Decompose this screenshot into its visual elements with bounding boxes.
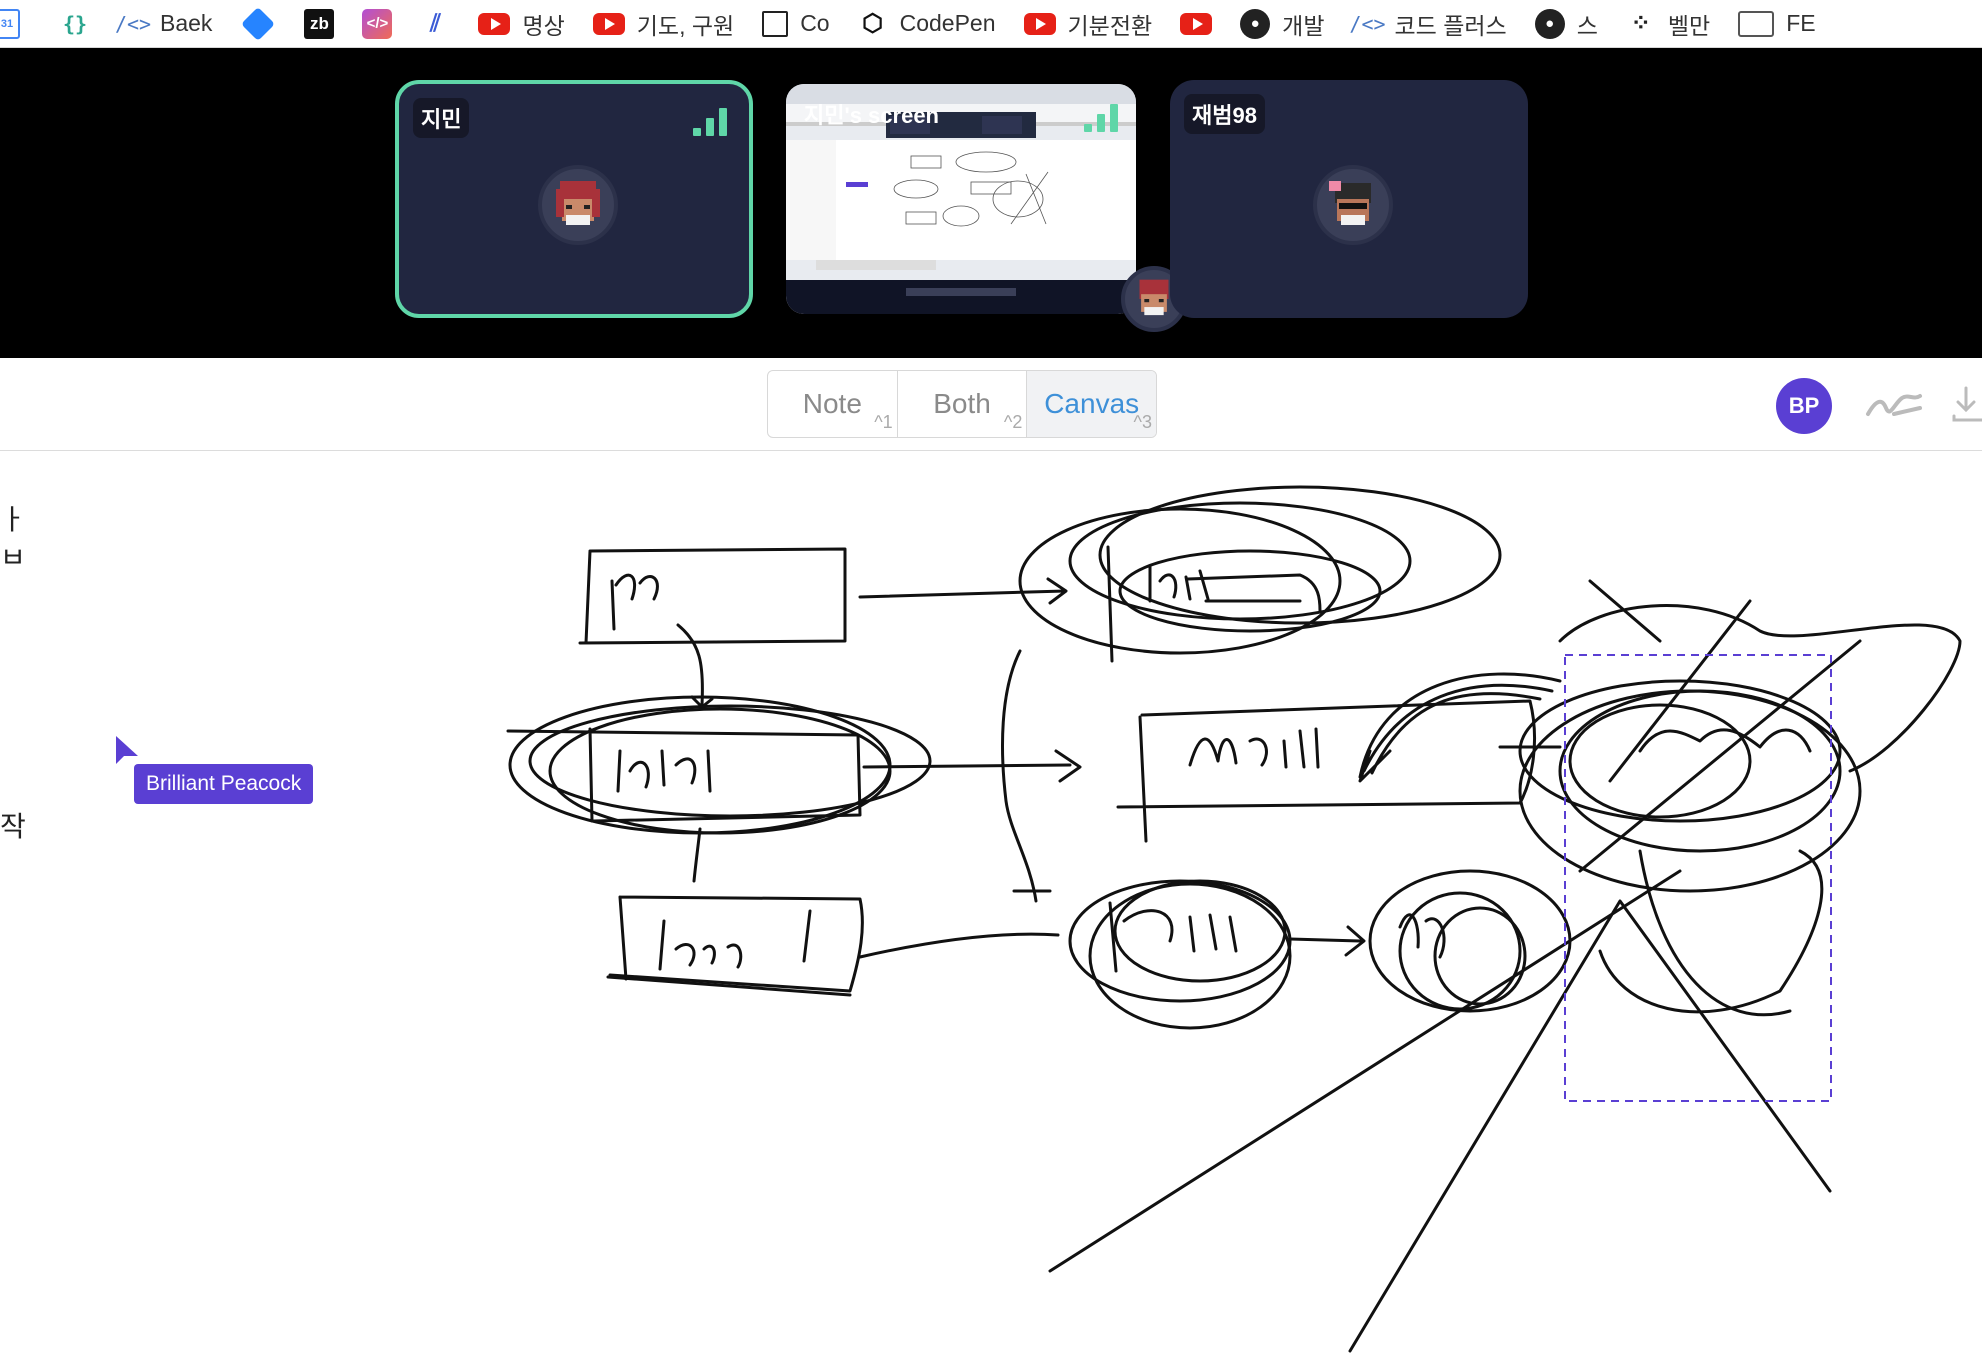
- video-tile-jaebeom[interactable]: 재범98: [1170, 80, 1528, 318]
- bookmarks-bar: 31 {} /<> Baek zb </> ⫽ 명상 기도, 구원 Co ⬡ Cod…: [0, 0, 1982, 48]
- github-icon: ●: [1534, 8, 1565, 39]
- youtube-icon: [592, 12, 625, 35]
- avatar: [538, 165, 618, 245]
- participant-name: 지민's screen: [804, 103, 940, 128]
- bookmark-code-tag[interactable]: </>: [362, 8, 393, 39]
- bookmark-helix[interactable]: ⫽: [420, 9, 450, 39]
- bookmark-meditation[interactable]: 명상: [478, 7, 565, 41]
- bookmark-code-plus[interactable]: /<> 코드 플러스: [1349, 7, 1506, 41]
- folder-icon: [1738, 10, 1775, 37]
- github-icon: ●: [1240, 8, 1271, 39]
- code-tag-icon: </>: [362, 8, 393, 39]
- signal-icon: [693, 108, 727, 136]
- video-strip: 지민 지민's screen 재범98: [0, 48, 1982, 358]
- bookmark-prayer[interactable]: 기도, 구원: [592, 7, 734, 41]
- zb-icon: zb: [304, 8, 335, 39]
- bookmark-co[interactable]: Co: [762, 10, 830, 37]
- participant-name: 재범98: [1184, 94, 1265, 134]
- participant-name: 지민: [413, 98, 470, 138]
- mode-note-button[interactable]: Note ^1: [768, 371, 898, 437]
- bookmark-bellman[interactable]: ⁘ 벨만: [1626, 7, 1710, 41]
- download-icon[interactable]: [1950, 384, 1982, 424]
- bookmark-jira[interactable]: [240, 6, 276, 41]
- bookmark-dev[interactable]: ● 개발: [1240, 7, 1324, 41]
- mode-both-button[interactable]: Both ^2: [898, 371, 1028, 437]
- calendar-icon: 31: [0, 8, 20, 39]
- signal-icon: [1084, 104, 1118, 132]
- youtube-icon: [1023, 12, 1056, 35]
- jira-diamond-icon: [241, 6, 276, 41]
- bookmark-baek[interactable]: /<> Baek: [114, 9, 213, 39]
- bookmark-zb[interactable]: zb: [304, 8, 335, 39]
- code-icon: /<>: [114, 11, 152, 36]
- freehand-drawing: [506, 485, 1962, 1353]
- bookmark-s[interactable]: ● 스: [1534, 7, 1598, 41]
- youtube-icon: [1180, 12, 1213, 35]
- bookmark-braces[interactable]: {}: [60, 9, 90, 39]
- dots-icon: ⁘: [1630, 10, 1651, 37]
- codepen-icon: ⬡: [862, 10, 884, 37]
- bookmark-fe[interactable]: FE: [1738, 10, 1816, 37]
- view-mode-switcher: Note ^1 Both ^2 Canvas ^3: [767, 370, 1157, 438]
- square-icon: [762, 10, 789, 37]
- video-tile-screen-share[interactable]: 지민's screen: [782, 80, 1140, 318]
- bookmark-mood[interactable]: 기분전환: [1023, 7, 1152, 41]
- bookmark-codepen[interactable]: ⬡ CodePen: [858, 9, 995, 39]
- shortcut-hint: ^1: [874, 412, 893, 432]
- braces-icon: {}: [62, 11, 88, 36]
- youtube-icon: [478, 12, 511, 35]
- mode-canvas-button[interactable]: Canvas ^3: [1027, 371, 1156, 437]
- bookmark-youtube[interactable]: [1180, 12, 1213, 35]
- video-tile-jimin[interactable]: 지민: [395, 80, 753, 318]
- shortcut-hint: ^2: [1003, 412, 1023, 432]
- avatar: [1313, 165, 1393, 245]
- drawing-canvas[interactable]: ㅏ ㅂ 작 Brilliant Peacock: [0, 451, 1982, 1358]
- user-avatar-badge[interactable]: BP: [1776, 378, 1832, 434]
- pen-tool-icon[interactable]: [1864, 384, 1924, 424]
- bookmark-calendar[interactable]: 31: [0, 8, 32, 39]
- helix-icon: ⫽: [430, 9, 441, 37]
- code-icon: /<>: [1349, 11, 1386, 36]
- mode-toolbar: Note ^1 Both ^2 Canvas ^3 BP: [0, 358, 1982, 451]
- shortcut-hint: ^3: [1133, 412, 1153, 432]
